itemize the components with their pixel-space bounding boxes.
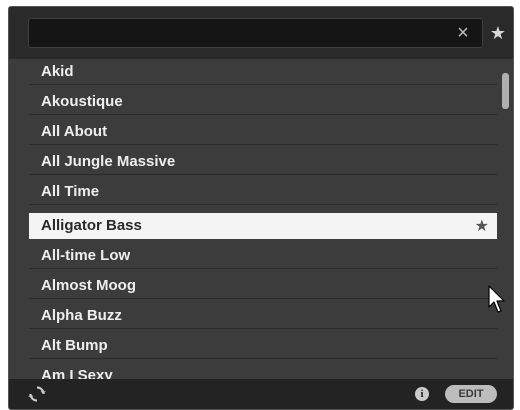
- edit-button[interactable]: EDIT: [445, 385, 497, 403]
- info-icon[interactable]: i: [415, 387, 429, 401]
- list-item[interactable]: All About: [29, 119, 497, 145]
- list-item-label: Alt Bump: [41, 337, 108, 354]
- mouse-cursor-icon: [488, 285, 505, 313]
- list-item[interactable]: Akoustique: [29, 89, 497, 115]
- list-item-label: All Jungle Massive: [41, 153, 176, 170]
- search-input[interactable]: [35, 23, 439, 45]
- refresh-icon[interactable]: [28, 385, 46, 403]
- list-item-label: All About: [41, 123, 108, 140]
- favorites-filter-star-icon[interactable]: ★: [485, 20, 511, 46]
- list-item[interactable]: Almost Moog: [29, 273, 497, 299]
- search-bar: × ★: [9, 7, 513, 59]
- list-item[interactable]: All-time Low: [29, 243, 497, 269]
- list-item[interactable]: All Jungle Massive: [29, 149, 497, 175]
- list-item-selected[interactable]: Alligator Bass ★: [29, 213, 497, 239]
- list-item[interactable]: Alpha Buzz: [29, 303, 497, 329]
- favorite-star-icon[interactable]: ★: [475, 216, 489, 236]
- list-item-label: Alpha Buzz: [41, 307, 122, 324]
- browser-panel: × ★ Akid Akoustique All About All Jungle…: [8, 6, 514, 410]
- preset-list[interactable]: Akid Akoustique All About All Jungle Mas…: [9, 59, 513, 381]
- list-item-label: All Time: [41, 183, 100, 200]
- list-item-label: Akoustique: [41, 93, 123, 110]
- list-item[interactable]: Akid: [29, 59, 497, 85]
- list-item-label: Alligator Bass: [41, 217, 142, 234]
- list-item-label: Akid: [41, 63, 74, 80]
- footer-bar: i EDIT: [9, 379, 513, 409]
- list-item-label: All-time Low: [41, 247, 131, 264]
- list-item[interactable]: All Time: [29, 179, 497, 205]
- scrollbar-thumb[interactable]: [502, 73, 509, 109]
- list-item-label: Almost Moog: [41, 277, 136, 294]
- clear-search-icon[interactable]: ×: [452, 22, 474, 44]
- search-box[interactable]: ×: [28, 18, 483, 48]
- list-item[interactable]: Alt Bump: [29, 333, 497, 359]
